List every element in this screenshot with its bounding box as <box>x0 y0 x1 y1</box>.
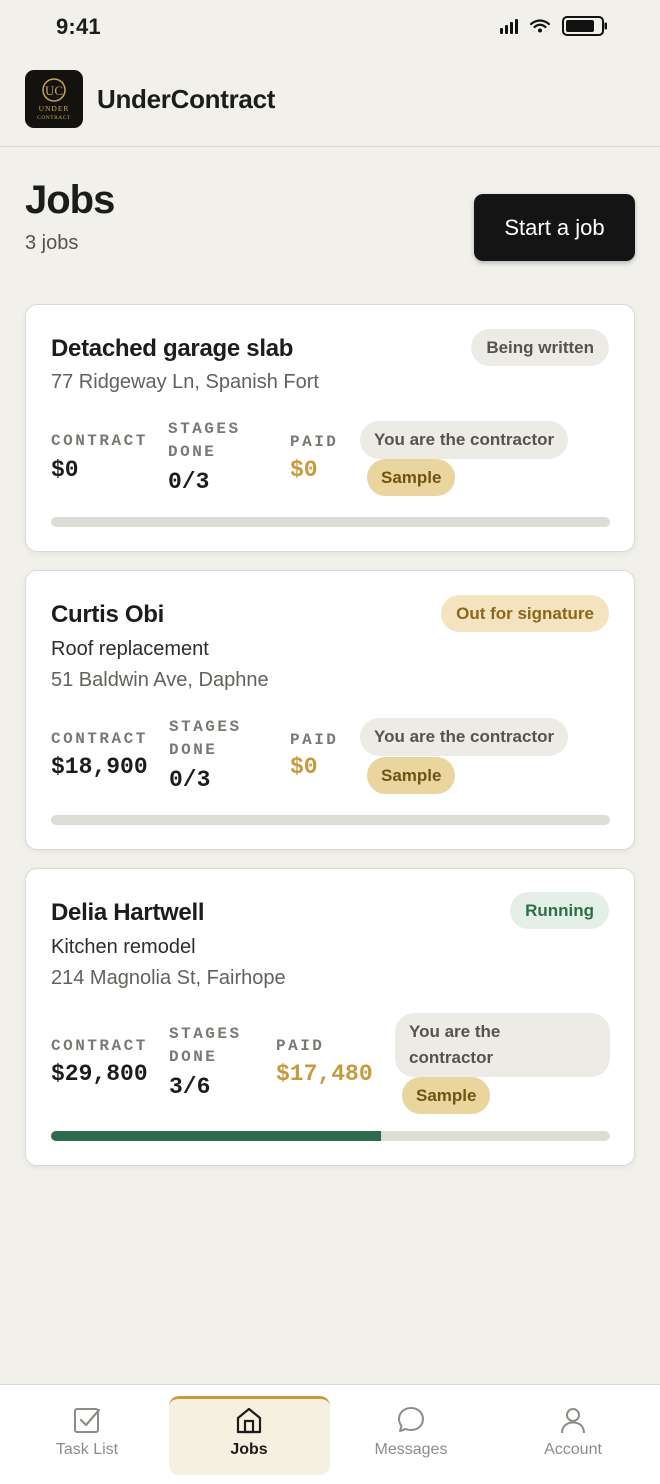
logo-monogram: UC <box>45 83 63 98</box>
start-job-button[interactable]: Start a job <box>474 194 635 261</box>
progress-fill <box>51 1131 381 1141</box>
job-address: 77 Ridgeway Ln, Spanish Fort <box>51 371 319 393</box>
stages-value: 0/3 <box>168 469 210 495</box>
stages-label-line-1: STAGES <box>168 420 241 438</box>
job-card[interactable]: Delia Hartwell Running Kitchen remodel 2… <box>25 868 635 1166</box>
job-address: 51 Baldwin Ave, Daphne <box>51 669 269 691</box>
role-badge: You are the contractor <box>360 718 569 756</box>
logo-word-2: CONTRACT <box>37 115 71 121</box>
stages-value: 3/6 <box>169 1074 211 1100</box>
status-badge: Out for signature <box>441 595 609 632</box>
status-time: 9:41 <box>56 14 101 39</box>
contract-label: CONTRACT <box>51 730 148 748</box>
stages-label: STAGES DONE <box>169 1023 242 1069</box>
role-badge: You are the contractor <box>395 1013 610 1077</box>
contract-label: CONTRACT <box>51 432 148 450</box>
client-name: Delia Hartwell <box>51 899 205 926</box>
role-badge-line-2: contractor <box>409 1048 494 1067</box>
nav-label: Messages <box>374 1441 448 1458</box>
paid-value: $0 <box>290 754 318 780</box>
paid-label: PAID <box>290 731 339 749</box>
stages-label-line-2: DONE <box>169 741 218 759</box>
contract-value: $0 <box>51 457 79 483</box>
home-icon <box>236 1407 262 1434</box>
app-name: UnderContract <box>97 83 276 114</box>
job-title: Detached garage slab <box>51 335 294 362</box>
sample-badge: Sample <box>367 459 456 496</box>
nav-item-jobs[interactable]: Jobs <box>169 1385 329 1484</box>
nav-label: Jobs <box>230 1441 268 1458</box>
stages-label-line-1: STAGES <box>169 1025 242 1043</box>
sample-badge: Sample <box>367 757 456 794</box>
logo-word-1: UNDER <box>39 104 70 113</box>
client-name: Curtis Obi <box>51 601 165 628</box>
stages-label: STAGES DONE <box>168 418 241 464</box>
paid-label: PAID <box>276 1037 325 1055</box>
sample-badge: Sample <box>402 1077 491 1114</box>
app-header: UC UNDER CONTRACT UnderContract <box>25 70 275 128</box>
stages-label-line-1: STAGES <box>169 718 242 736</box>
app-logo: UC UNDER CONTRACT <box>25 70 83 128</box>
bottom-nav: Task List Jobs Messages Account <box>0 1384 660 1484</box>
wifi-icon <box>530 19 550 33</box>
nav-label: Account <box>544 1441 602 1458</box>
job-type: Roof replacement <box>51 638 209 660</box>
contract-label: CONTRACT <box>51 1037 148 1055</box>
contract-value: $29,800 <box>51 1061 148 1087</box>
stages-label-line-2: DONE <box>168 443 217 461</box>
nav-item-task-list[interactable]: Task List <box>7 1385 167 1484</box>
contract-value: $18,900 <box>51 754 148 780</box>
role-badge-line-1: You are the <box>409 1022 501 1041</box>
progress-bar <box>51 815 610 825</box>
job-address: 214 Magnolia St, Fairhope <box>51 967 286 989</box>
role-badge: You are the contractor <box>360 421 569 459</box>
status-bar: 9:41 <box>0 0 660 56</box>
header-divider <box>0 146 660 147</box>
page-title: Jobs <box>25 178 115 222</box>
progress-bar <box>51 1131 610 1141</box>
job-type: Kitchen remodel <box>51 936 196 958</box>
nav-label: Task List <box>55 1441 119 1458</box>
nav-item-account[interactable]: Account <box>493 1385 653 1484</box>
progress-bar <box>51 517 610 527</box>
cellular-signal-icon <box>500 18 518 34</box>
status-badge: Running <box>510 892 609 929</box>
status-badge: Being written <box>471 329 609 366</box>
chat-bubble-icon <box>398 1407 424 1432</box>
job-card[interactable]: Curtis Obi Out for signature Roof replac… <box>25 570 635 850</box>
user-icon <box>561 1408 585 1434</box>
stages-label-line-2: DONE <box>169 1048 218 1066</box>
paid-label: PAID <box>290 433 339 451</box>
nav-item-messages[interactable]: Messages <box>331 1385 491 1484</box>
status-icons <box>500 16 608 36</box>
battery-icon <box>562 16 608 36</box>
checkbox-icon <box>74 1408 101 1433</box>
job-card[interactable]: Detached garage slab Being written 77 Ri… <box>25 304 635 552</box>
job-count: 3 jobs <box>25 232 79 254</box>
stages-label: STAGES DONE <box>169 716 242 762</box>
paid-value: $17,480 <box>276 1061 373 1087</box>
paid-value: $0 <box>290 457 318 483</box>
stages-value: 0/3 <box>169 767 211 793</box>
